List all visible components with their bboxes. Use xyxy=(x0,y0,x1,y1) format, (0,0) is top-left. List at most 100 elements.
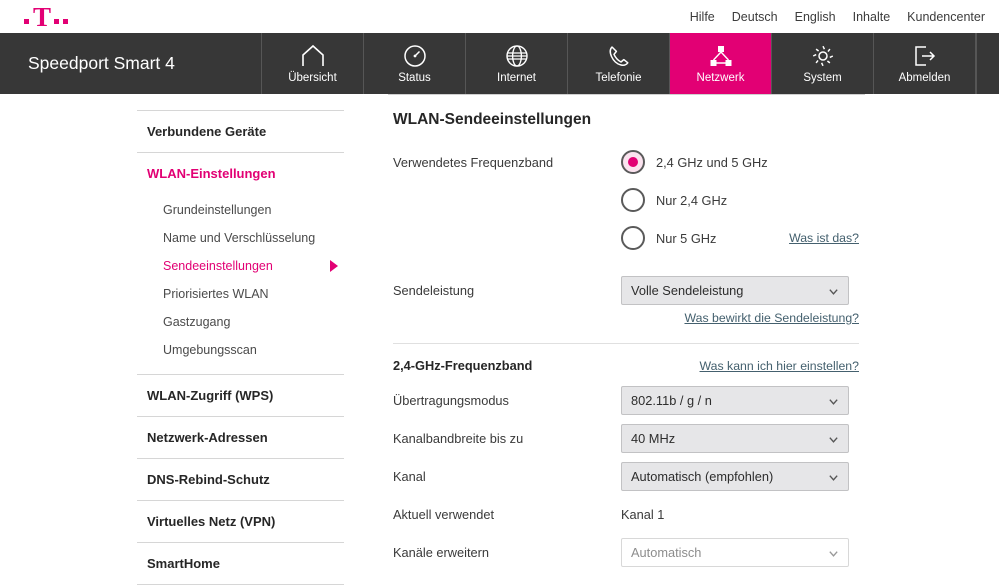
sidebar-subitem-label: Priorisiertes WLAN xyxy=(163,287,269,301)
sidebar-subitem-priorisiertes-wlan[interactable]: Priorisiertes WLAN xyxy=(137,280,344,308)
logo-dot-right-outer xyxy=(63,18,69,24)
sidebar-item-verbundene-geraete[interactable]: Verbundene Geräte xyxy=(137,111,344,152)
globe-icon xyxy=(505,43,529,69)
channel-bandwidth-row: Kanalbandbreite bis zu 40 MHz xyxy=(388,419,865,457)
sidebar-subitem-grundeinstellungen[interactable]: Grundeinstellungen xyxy=(137,196,344,224)
util-link-kundencenter[interactable]: Kundencenter xyxy=(907,10,985,24)
current-channel-row: Aktuell verwendet Kanal 1 xyxy=(388,495,865,533)
transmit-power-select[interactable]: Volle Sendeleistung xyxy=(621,275,849,305)
main-navigation: Speedport Smart 4 Übersicht Status Inter… xyxy=(0,33,999,94)
transmit-power-label: Sendeleistung xyxy=(393,282,475,298)
sidebar-subitem-label: Gastzugang xyxy=(163,315,231,329)
sidebar: Verbundene Geräte WLAN-Einstellungen Gru… xyxy=(137,94,344,587)
sidebar-subitem-label: Umgebungsscan xyxy=(163,343,257,357)
chevron-down-icon xyxy=(828,471,839,482)
sidebar-subitem-sendeeinstellungen[interactable]: Sendeeinstellungen xyxy=(137,252,344,280)
radio-only-24ghz[interactable] xyxy=(621,188,645,212)
nav-label-system: System xyxy=(803,72,842,84)
network-tree-icon xyxy=(709,43,733,69)
logo-dot-left-outer xyxy=(24,18,29,24)
band-24-section-header: 2,4-GHz-Frequenzband Was kann ich hier e… xyxy=(388,344,865,381)
channel-bandwidth-value: 40 MHz xyxy=(631,430,676,446)
sidebar-item-smarthome[interactable]: SmartHome xyxy=(137,543,344,584)
sidebar-item-wlan-einstellungen[interactable]: WLAN-Einstellungen xyxy=(137,153,344,194)
nav-filler xyxy=(976,33,999,94)
sidebar-item-dns-rebind-schutz[interactable]: DNS-Rebind-Schutz xyxy=(137,459,344,500)
middle-gutter xyxy=(344,94,388,587)
sidebar-subitem-label: Name und Verschlüsselung xyxy=(163,231,316,245)
active-arrow-icon xyxy=(330,260,338,272)
frequency-band-option-1[interactable]: 2,4 GHz und 5 GHz xyxy=(621,150,865,174)
transmission-mode-select[interactable]: 802.11b / g / n xyxy=(621,385,849,415)
sidebar-subitem-gastzugang[interactable]: Gastzugang xyxy=(137,308,344,336)
nav-item-abmelden[interactable]: Abmelden xyxy=(874,33,976,94)
channel-value: Automatisch (empfohlen) xyxy=(631,468,774,484)
transmission-mode-row: Übertragungsmodus 802.11b / g / n xyxy=(388,381,865,419)
page-title: WLAN-Sendeeinstellungen xyxy=(393,111,592,128)
sidebar-item-wlan-zugriff-wps[interactable]: WLAN-Zugriff (WPS) xyxy=(137,375,344,416)
extend-channels-value: Automatisch xyxy=(631,544,702,560)
speedometer-icon xyxy=(403,43,427,69)
nav-item-telefonie[interactable]: Telefonie xyxy=(568,33,670,94)
radio-label-only-5ghz: Nur 5 GHz xyxy=(656,230,717,246)
transmit-power-row: Sendeleistung Volle Sendeleistung xyxy=(388,271,865,309)
nav-label-telefonie: Telefonie xyxy=(595,72,642,84)
nav-item-internet[interactable]: Internet xyxy=(466,33,568,94)
sidebar-submenu-wlan: Grundeinstellungen Name und Verschlüssel… xyxy=(137,194,344,374)
logo-dot-right-inner xyxy=(54,18,60,24)
band-24-section-title: 2,4-GHz-Frequenzband xyxy=(393,358,533,373)
phone-icon xyxy=(607,43,631,69)
nav-item-uebersicht[interactable]: Übersicht xyxy=(262,33,364,94)
util-link-english[interactable]: English xyxy=(795,10,836,24)
channel-bandwidth-label: Kanalbandbreite bis zu xyxy=(393,430,524,446)
nav-label-internet: Internet xyxy=(497,72,536,84)
nav-label-abmelden: Abmelden xyxy=(898,72,951,84)
page-body: Verbundene Geräte WLAN-Einstellungen Gru… xyxy=(0,94,999,587)
extend-channels-select: Automatisch xyxy=(621,537,849,567)
logout-icon xyxy=(913,43,937,69)
nav-label-status: Status xyxy=(398,72,431,84)
util-link-hilfe[interactable]: Hilfe xyxy=(690,10,715,24)
sidebar-subitem-umgebungsscan[interactable]: Umgebungsscan xyxy=(137,336,344,364)
frequency-band-label: Verwendetes Frequenzband xyxy=(393,154,554,170)
channel-select[interactable]: Automatisch (empfohlen) xyxy=(621,461,849,491)
nav-label-netzwerk: Netzwerk xyxy=(696,72,745,84)
extend-channels-label: Kanäle erweitern xyxy=(393,544,490,560)
radio-both-bands[interactable] xyxy=(621,150,645,174)
left-gutter xyxy=(0,94,137,587)
sidebar-subitem-name-und-verschluesselung[interactable]: Name und Verschlüsselung xyxy=(137,224,344,252)
help-link-sendeleistung[interactable]: Was bewirkt die Sendeleistung? xyxy=(684,311,865,325)
sidebar-subitem-label: Sendeeinstellungen xyxy=(163,259,273,273)
channel-bandwidth-select[interactable]: 40 MHz xyxy=(621,423,849,453)
top-utility-bar: T Hilfe Deutsch English Inhalte Kundence… xyxy=(0,0,999,33)
frequency-band-row-2: Nur 2,4 GHz xyxy=(388,181,865,219)
transmit-power-help-row: Was bewirkt die Sendeleistung? xyxy=(388,309,865,331)
logo-letter-t: T xyxy=(33,1,51,32)
telekom-logo[interactable]: T xyxy=(24,1,69,32)
sidebar-subitem-label: Grundeinstellungen xyxy=(163,203,272,217)
sidebar-item-virtuelles-netz-vpn[interactable]: Virtuelles Netz (VPN) xyxy=(137,501,344,542)
transmit-power-value: Volle Sendeleistung xyxy=(631,282,744,298)
nav-item-status[interactable]: Status xyxy=(364,33,466,94)
help-link-was-ist-das[interactable]: Was ist das? xyxy=(789,231,865,245)
transmission-mode-value: 802.11b / g / n xyxy=(631,392,712,408)
device-title: Speedport Smart 4 xyxy=(0,33,262,94)
channel-label: Kanal xyxy=(393,468,426,484)
frequency-band-option-2[interactable]: Nur 2,4 GHz xyxy=(621,188,865,212)
utility-links: Hilfe Deutsch English Inhalte Kundencent… xyxy=(690,10,985,24)
frequency-band-option-3[interactable]: Nur 5 GHz xyxy=(621,226,789,250)
radio-only-5ghz[interactable] xyxy=(621,226,645,250)
chevron-down-icon xyxy=(828,285,839,296)
home-icon xyxy=(300,43,326,69)
util-link-deutsch[interactable]: Deutsch xyxy=(732,10,778,24)
nav-item-netzwerk[interactable]: Netzwerk xyxy=(670,33,772,94)
util-link-inhalte[interactable]: Inhalte xyxy=(853,10,891,24)
gear-icon xyxy=(811,43,835,69)
chevron-down-icon xyxy=(828,395,839,406)
content-panel: WLAN-Sendeeinstellungen Verwendetes Freq… xyxy=(388,94,865,587)
sidebar-item-netzwerk-adressen[interactable]: Netzwerk-Adressen xyxy=(137,417,344,458)
nav-label-uebersicht: Übersicht xyxy=(288,72,337,84)
help-link-was-kann-ich-hier-einstellen[interactable]: Was kann ich hier einstellen? xyxy=(700,359,866,373)
channel-row: Kanal Automatisch (empfohlen) xyxy=(388,457,865,495)
nav-item-system[interactable]: System xyxy=(772,33,874,94)
